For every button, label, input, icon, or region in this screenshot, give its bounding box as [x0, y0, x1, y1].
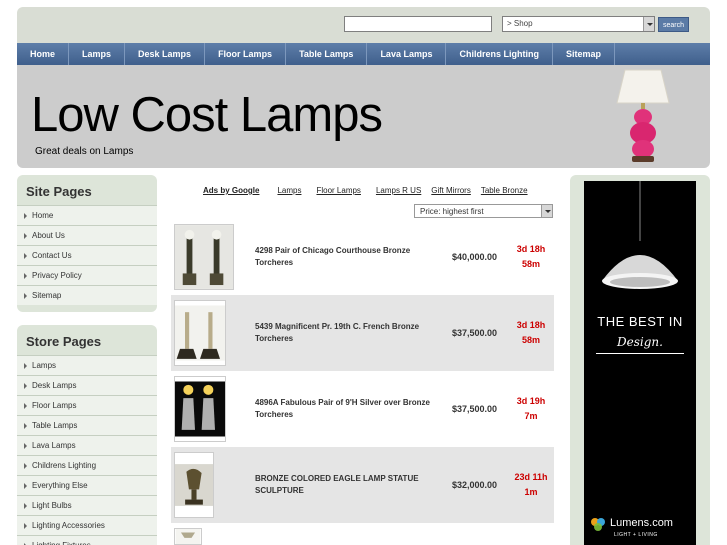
site-pages-box: Site Pages Home About Us Contact Us Priv…: [17, 175, 157, 312]
nav-home[interactable]: Home: [17, 43, 70, 65]
product-thumbnail[interactable]: [174, 224, 234, 290]
listing-row[interactable]: BRONZE COLORED EAGLE LAMP STATUE SCULPTU…: [171, 447, 554, 523]
time-left-line1: 3d 18h: [516, 320, 546, 330]
store-pages-heading: Store Pages: [26, 334, 102, 349]
listing-price: $32,000.00: [451, 480, 497, 490]
sort-select-value: Price: highest first: [420, 207, 484, 216]
ad-link-table-bronze[interactable]: Table Bronze: [481, 186, 528, 195]
advert-headline: THE BEST IN: [597, 314, 683, 329]
sidebar-item-light-bulbs[interactable]: Light Bulbs: [17, 495, 157, 515]
sidebar-item-privacy-policy[interactable]: Privacy Policy: [17, 265, 157, 285]
listing-name[interactable]: 4298 Pair of Chicago Courthouse Bronze T…: [255, 245, 430, 269]
shop-select[interactable]: > Shop: [502, 16, 655, 32]
listing-price: $40,000.00: [451, 252, 497, 262]
advert-brand: Lumens.com: [610, 517, 673, 529]
time-left-line1: 23d 11h: [514, 472, 548, 482]
nav-table-lamps[interactable]: Table Lamps: [286, 43, 368, 65]
search-input[interactable]: [344, 16, 492, 32]
nav-childrens-lighting[interactable]: Childrens Lighting: [446, 43, 553, 65]
listing-name[interactable]: BRONZE COLORED EAGLE LAMP STATUE SCULPTU…: [255, 473, 430, 497]
listing-row[interactable]: 4298 Pair of Chicago Courthouse Bronze T…: [171, 219, 554, 295]
product-thumbnail[interactable]: [174, 300, 226, 366]
time-left-line2: 58m: [521, 259, 540, 269]
pendant-lamp-image: [602, 181, 678, 289]
listing-time-left: 3d 18h 58m: [507, 318, 555, 348]
time-left-line2: 58m: [521, 335, 540, 345]
listing-price: $37,500.00: [451, 404, 497, 414]
sidebar-item-lighting-fixtures[interactable]: Lighting Fixtures: [17, 535, 157, 545]
ad-link-gift-mirrors[interactable]: Gift Mirrors: [431, 186, 471, 195]
search-button[interactable]: search: [658, 17, 689, 32]
listing-time-left: 3d 19h 7m: [507, 394, 555, 424]
ad-link-lamps[interactable]: Lamps: [277, 186, 301, 195]
product-thumbnail[interactable]: [174, 376, 226, 442]
site-title[interactable]: Low Cost Lamps: [31, 87, 383, 143]
store-pages-box: Store Pages Lamps Desk Lamps Floor Lamps…: [17, 325, 157, 545]
sidebar-item-lamps[interactable]: Lamps: [17, 355, 157, 375]
time-left-line2: 7m: [524, 411, 538, 421]
ads-by-google-link[interactable]: Ads by Google: [203, 186, 259, 195]
lumens-logo-icon: [591, 518, 605, 531]
site-header: Low Cost Lamps Great deals on Lamps: [17, 65, 710, 168]
sidebar-item-childrens-lighting[interactable]: Childrens Lighting: [17, 455, 157, 475]
sidebar-item-table-lamps[interactable]: Table Lamps: [17, 415, 157, 435]
listing-time-left: 3d 18h 58m: [507, 242, 555, 272]
google-ad-links: Ads by Google Lamps Floor Lamps Lamps R …: [203, 186, 543, 195]
sidebar-item-desk-lamps[interactable]: Desk Lamps: [17, 375, 157, 395]
listing-name[interactable]: 4896A Fabulous Pair of 9'H Silver over B…: [255, 397, 430, 421]
sidebar-item-about-us[interactable]: About Us: [17, 225, 157, 245]
chevron-down-icon[interactable]: [541, 205, 552, 217]
sidebar-item-lighting-accessories[interactable]: Lighting Accessories: [17, 515, 157, 535]
listing-price: $37,500.00: [451, 328, 497, 338]
site-pages-heading: Site Pages: [26, 184, 92, 199]
product-thumbnail[interactable]: [174, 452, 214, 518]
time-left-line1: 3d 18h: [516, 244, 546, 254]
advert-brand-sub: LIGHT + LIVING: [614, 532, 658, 538]
sidebar-item-sitemap[interactable]: Sitemap: [17, 285, 157, 305]
nav-lava-lamps[interactable]: Lava Lamps: [367, 43, 447, 65]
sidebar-item-lava-lamps[interactable]: Lava Lamps: [17, 435, 157, 455]
sidebar-item-contact-us[interactable]: Contact Us: [17, 245, 157, 265]
lumens-advert[interactable]: THE BEST IN Design. Lumens.com LIGHT + L…: [584, 181, 696, 545]
sort-select[interactable]: Price: highest first: [414, 204, 553, 218]
nav-desk-lamps[interactable]: Desk Lamps: [125, 43, 206, 65]
listing-name[interactable]: 5439 Magnificent Pr. 19th C. French Bron…: [255, 321, 430, 345]
time-left-line1: 3d 19h: [516, 396, 546, 406]
listing-row[interactable]: 5439 Magnificent Pr. 19th C. French Bron…: [171, 295, 554, 371]
nav-sitemap[interactable]: Sitemap: [553, 43, 615, 65]
main-nav: Home Lamps Desk Lamps Floor Lamps Table …: [17, 43, 710, 65]
chevron-down-icon[interactable]: [643, 17, 654, 31]
advert-subline: Design.: [617, 335, 663, 349]
time-left-line2: 1m: [524, 487, 538, 497]
sidebar-item-everything-else[interactable]: Everything Else: [17, 475, 157, 495]
sidebar-item-home[interactable]: Home: [17, 205, 157, 225]
nav-floor-lamps[interactable]: Floor Lamps: [205, 43, 287, 65]
listing-row[interactable]: 4896A Fabulous Pair of 9'H Silver over B…: [171, 371, 554, 447]
advert-divider: [596, 353, 684, 354]
product-thumbnail[interactable]: [174, 528, 202, 545]
nav-lamps[interactable]: Lamps: [69, 43, 126, 65]
listing-time-left: 23d 11h 1m: [507, 470, 555, 500]
site-tagline: Great deals on Lamps: [35, 146, 134, 157]
ad-link-lamps-r-us[interactable]: Lamps R US: [376, 186, 421, 195]
ad-link-floor-lamps[interactable]: Floor Lamps: [316, 186, 360, 195]
shop-select-value: > Shop: [507, 19, 533, 28]
lamp-image: [616, 69, 670, 162]
sidebar-item-floor-lamps[interactable]: Floor Lamps: [17, 395, 157, 415]
